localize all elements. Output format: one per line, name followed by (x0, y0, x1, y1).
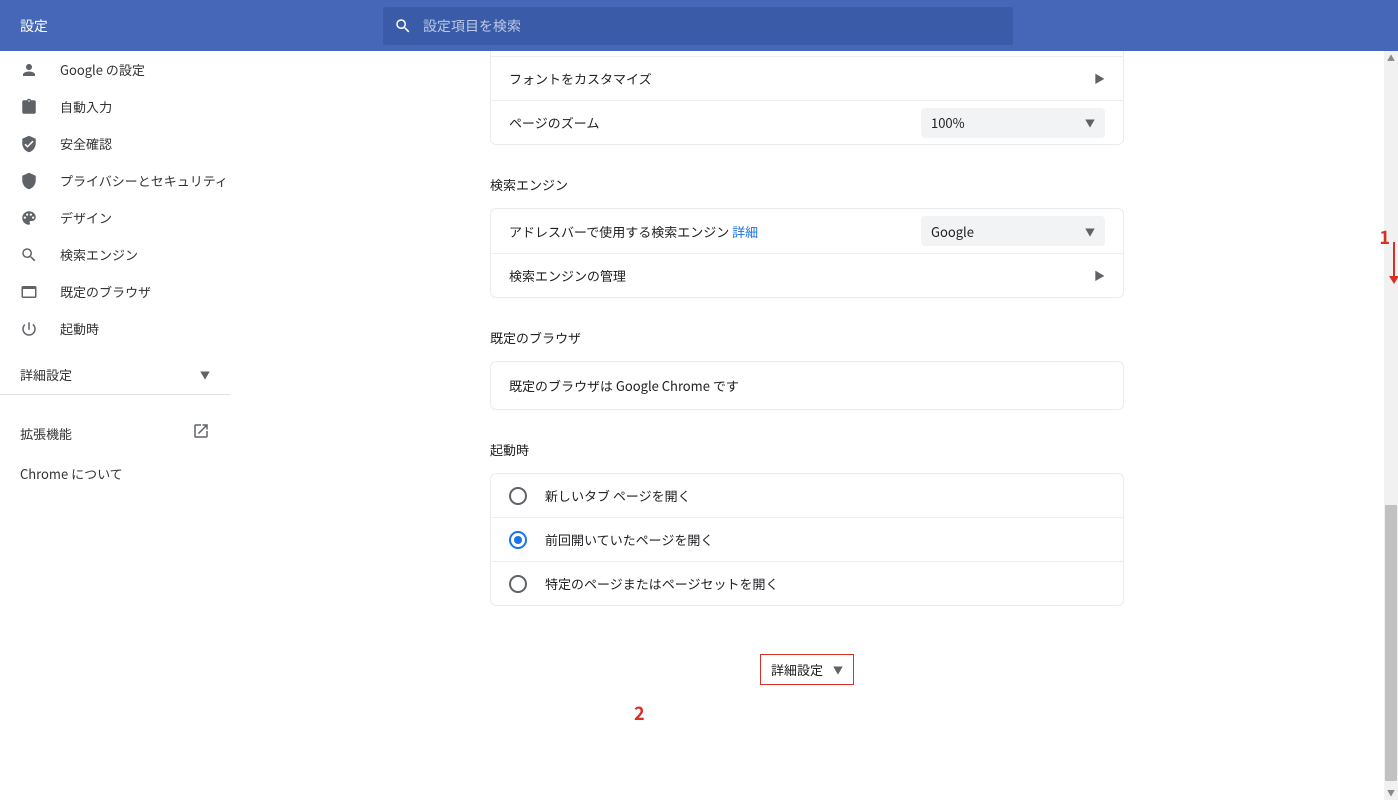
sidebar-item-search[interactable]: 検索エンジン (0, 236, 230, 273)
page-zoom-select[interactable]: 100% ▼ (921, 108, 1105, 138)
annotation-2: 2 (634, 700, 645, 726)
startup-card: 新しいタブ ページを開く 前回開いていたページを開く 特定のページまたはページセ… (490, 473, 1124, 606)
advanced-button-label: 詳細設定 (771, 660, 823, 679)
chevron-down-icon: ▼ (833, 662, 843, 677)
page-title: 設定 (0, 16, 383, 36)
chevron-down-icon: ▼ (200, 367, 210, 382)
sidebar-item-label: プライバシーとセキュリティ (60, 171, 228, 190)
startup-option-specific[interactable]: 特定のページまたはページセットを開く (491, 561, 1123, 605)
scroll-up-icon[interactable]: ▲ (1384, 51, 1398, 65)
manage-search-row[interactable]: 検索エンジンの管理 ▶ (491, 253, 1123, 297)
default-browser-card: 既定のブラウザは Google Chrome です (490, 361, 1124, 410)
search-engine-select[interactable]: Google ▼ (921, 216, 1105, 246)
open-external-icon (192, 422, 210, 444)
sidebar-advanced-label: 詳細設定 (20, 365, 72, 384)
shield-icon (20, 172, 60, 190)
startup-option-continue[interactable]: 前回開いていたページを開く (491, 517, 1123, 561)
sidebar-item-label: 安全確認 (60, 134, 112, 153)
scrollbar[interactable]: ▲ ▼ (1384, 51, 1398, 800)
sidebar-item-startup[interactable]: 起動時 (0, 310, 230, 347)
manage-search-label: 検索エンジンの管理 (509, 266, 626, 285)
clipboard-icon (20, 98, 60, 116)
scrollbar-thumb[interactable] (1385, 505, 1397, 781)
startup-option-label: 特定のページまたはページセットを開く (545, 574, 778, 593)
appearance-card: フォントサイズ 中（推奨） ▼ フォントをカスタマイズ ▶ ページのズーム 10… (490, 51, 1124, 145)
addressbar-engine-row: アドレスバーで使用する検索エンジン 詳細 Google ▼ (491, 209, 1123, 253)
sidebar-item-autofill[interactable]: 自動入力 (0, 88, 230, 125)
default-browser-title: 既定のブラウザ (490, 328, 1124, 347)
chevron-down-icon: ▼ (1085, 115, 1095, 130)
startup-option-newtab[interactable]: 新しいタブ ページを開く (491, 474, 1123, 517)
search-engine-value: Google (931, 222, 974, 241)
sidebar-item-label: 既定のブラウザ (60, 282, 151, 301)
sidebar-item-default[interactable]: 既定のブラウザ (0, 273, 230, 310)
shield-check-icon (20, 135, 60, 153)
search-icon (20, 246, 60, 264)
power-icon (20, 320, 60, 338)
page-zoom-value: 100% (931, 113, 965, 132)
startup-title: 起動時 (490, 440, 1124, 459)
sidebar-item-safety[interactable]: 安全確認 (0, 125, 230, 162)
default-browser-text: 既定のブラウザは Google Chrome です (491, 362, 1123, 409)
customize-fonts-label: フォントをカスタマイズ (509, 69, 652, 88)
sidebar-extensions-label: 拡張機能 (20, 424, 72, 443)
search-input[interactable] (423, 16, 1013, 36)
header: 設定 (0, 0, 1398, 51)
sidebar-item-google[interactable]: Google の設定 (0, 51, 230, 88)
chevron-down-icon: ▼ (1085, 224, 1095, 239)
sidebar-item-label: 起動時 (60, 319, 99, 338)
detail-link[interactable]: 詳細 (732, 222, 758, 241)
search-icon (383, 17, 423, 35)
sidebar-item-design[interactable]: デザイン (0, 199, 230, 236)
sidebar-item-label: デザイン (60, 208, 112, 227)
content: フォントサイズ 中（推奨） ▼ フォントをカスタマイズ ▶ ページのズーム 10… (490, 51, 1124, 685)
sidebar-item-label: 自動入力 (60, 97, 112, 116)
annotation-1: 1 (1379, 224, 1390, 250)
sidebar-item-label: Google の設定 (60, 60, 145, 79)
browser-icon (20, 283, 60, 301)
sidebar: Google の設定 自動入力 安全確認 プライバシーとセキュリティ デザイン … (0, 51, 230, 493)
person-icon (20, 61, 60, 79)
startup-option-label: 前回開いていたページを開く (545, 530, 713, 549)
sidebar-about[interactable]: Chrome について (0, 453, 230, 493)
startup-option-label: 新しいタブ ページを開く (545, 486, 691, 505)
radio-selected-icon (509, 531, 527, 549)
search-wrap[interactable] (383, 7, 1013, 45)
annotation-1-arrow-icon (1393, 242, 1395, 282)
search-engine-title: 検索エンジン (490, 175, 1124, 194)
search-engine-card: アドレスバーで使用する検索エンジン 詳細 Google ▼ 検索エンジンの管理 … (490, 208, 1124, 298)
sidebar-item-label: 検索エンジン (60, 245, 138, 264)
sidebar-item-privacy[interactable]: プライバシーとセキュリティ (0, 162, 230, 199)
radio-icon (509, 487, 527, 505)
addressbar-engine-label: アドレスバーで使用する検索エンジン 詳細 (509, 222, 758, 241)
palette-icon (20, 209, 60, 227)
radio-icon (509, 575, 527, 593)
chevron-right-icon: ▶ (1094, 71, 1105, 87)
advanced-button[interactable]: 詳細設定 ▼ (760, 654, 854, 685)
sidebar-about-label: Chrome について (20, 464, 123, 483)
chevron-right-icon: ▶ (1094, 268, 1105, 284)
content-viewport: フォントサイズ 中（推奨） ▼ フォントをカスタマイズ ▶ ページのズーム 10… (230, 51, 1384, 800)
sidebar-extensions[interactable]: 拡張機能 (0, 413, 230, 453)
page-zoom-row: ページのズーム 100% ▼ (491, 100, 1123, 144)
scroll-down-icon[interactable]: ▼ (1384, 786, 1398, 800)
customize-fonts-row[interactable]: フォントをカスタマイズ ▶ (491, 56, 1123, 100)
sidebar-advanced[interactable]: 詳細設定 ▼ (0, 355, 230, 395)
page-zoom-label: ページのズーム (509, 113, 599, 132)
